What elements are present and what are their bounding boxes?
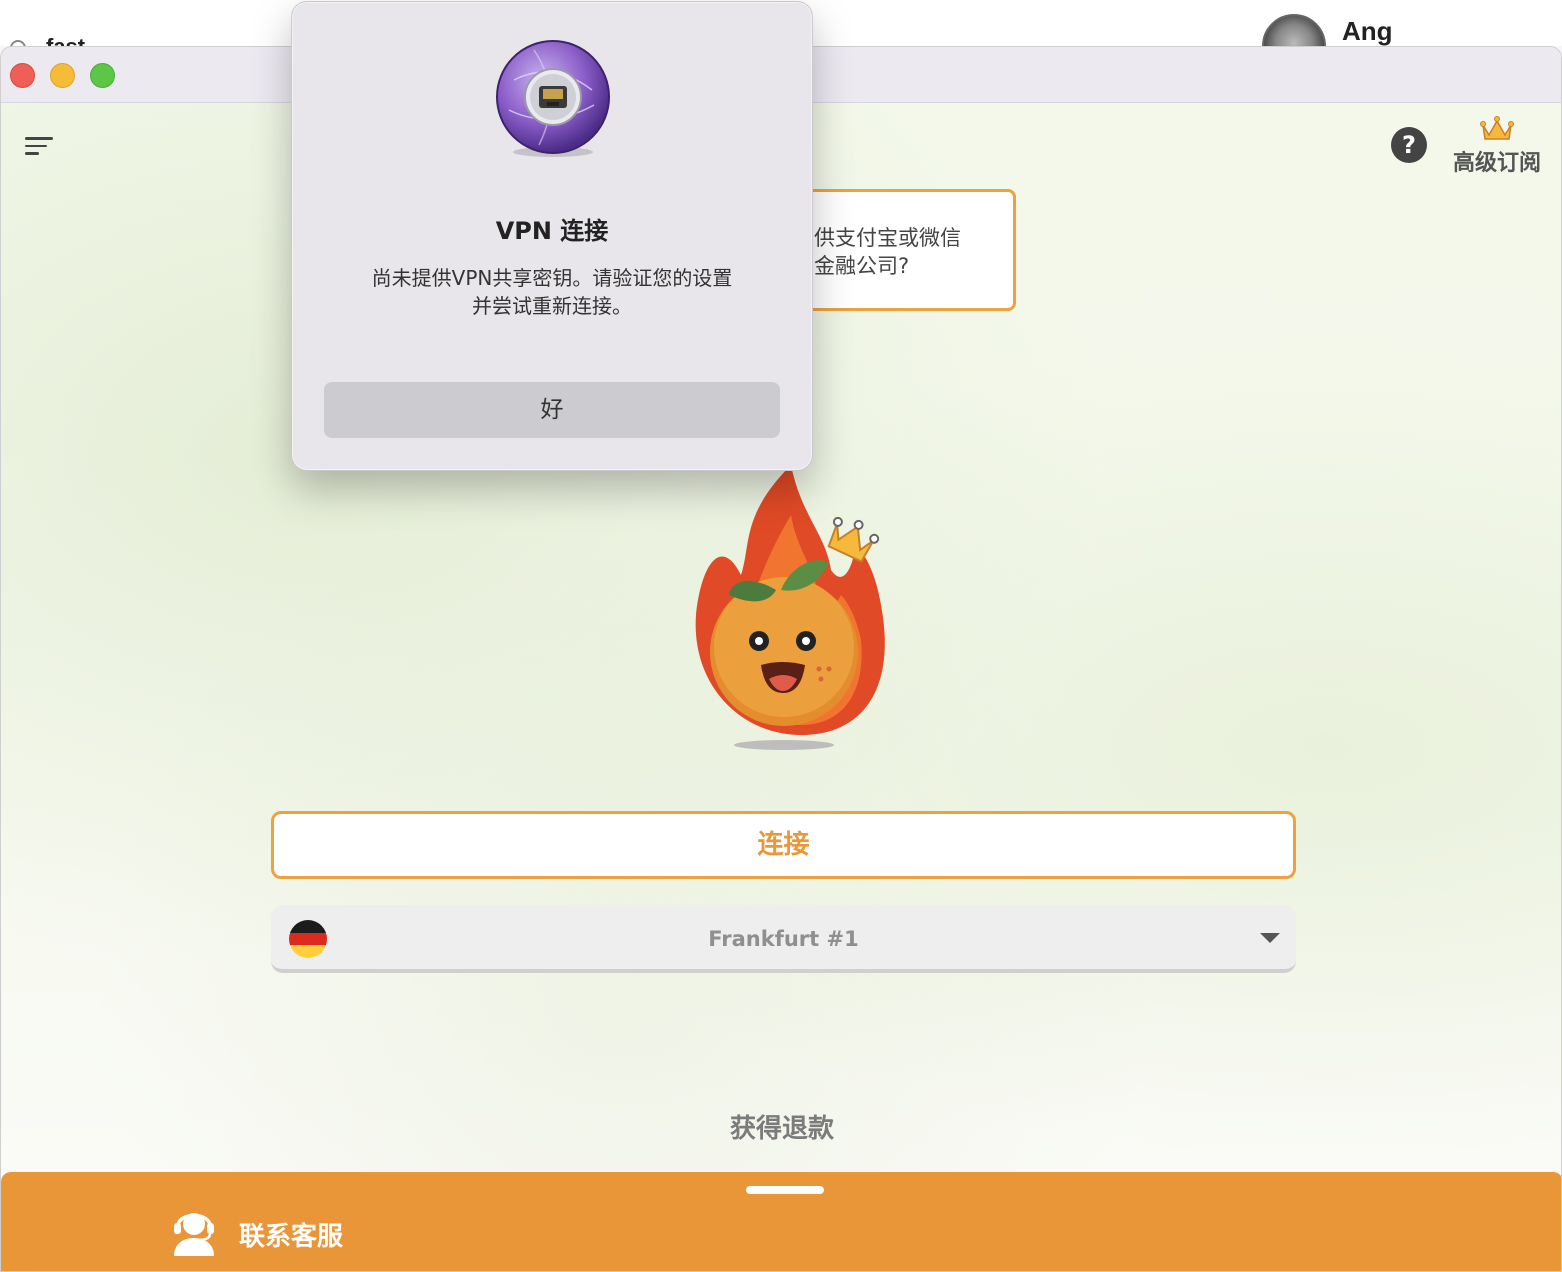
contact-support-label: 联系客服 xyxy=(239,1222,344,1252)
question-mark-icon: ? xyxy=(1402,131,1416,159)
server-name: Frankfurt #1 xyxy=(708,927,859,951)
ok-button[interactable]: 好 xyxy=(324,382,780,438)
network-port-icon xyxy=(496,40,610,157)
server-select[interactable]: Frankfurt #1 xyxy=(271,905,1296,973)
dialog-title: VPN 连接 xyxy=(495,217,609,245)
dialog-message-line-1: 尚未提供VPN共享密钥。请验证您的设置 xyxy=(371,266,733,290)
bottom-bar: 联系客服 xyxy=(1,1172,1561,1271)
refund-link[interactable]: 获得退款 xyxy=(1,1108,1561,1145)
minimize-button[interactable] xyxy=(50,63,75,88)
headset-agent-icon xyxy=(174,1213,214,1256)
flaming-orange-mascot-icon xyxy=(695,465,885,750)
connect-button[interactable]: 连接 xyxy=(271,811,1296,879)
drag-handle[interactable] xyxy=(746,1186,824,1194)
zoom-button[interactable] xyxy=(90,63,115,88)
tip-line-2: 金融公司? xyxy=(814,254,910,278)
crown-icon xyxy=(1480,116,1514,140)
hamburger-menu-icon[interactable] xyxy=(25,137,53,157)
help-button[interactable]: ? xyxy=(1391,127,1427,163)
vpn-alert-dialog: VPN 连接 尚未提供VPN共享密钥。请验证您的设置 并尝试重新连接。 好 xyxy=(291,1,813,471)
tip-line-1: 供支付宝或微信 xyxy=(814,226,961,250)
chevron-down-icon xyxy=(1260,933,1280,943)
dialog-message: 尚未提供VPN共享密钥。请验证您的设置 并尝试重新连接。 xyxy=(332,264,772,320)
premium-subscription-button[interactable]: 高级订阅 xyxy=(1449,115,1545,177)
background-user-name: Ang xyxy=(1342,16,1393,46)
close-button[interactable] xyxy=(10,63,35,88)
premium-label: 高级订阅 xyxy=(1452,151,1541,176)
dialog-message-line-2: 并尝试重新连接。 xyxy=(472,294,632,318)
